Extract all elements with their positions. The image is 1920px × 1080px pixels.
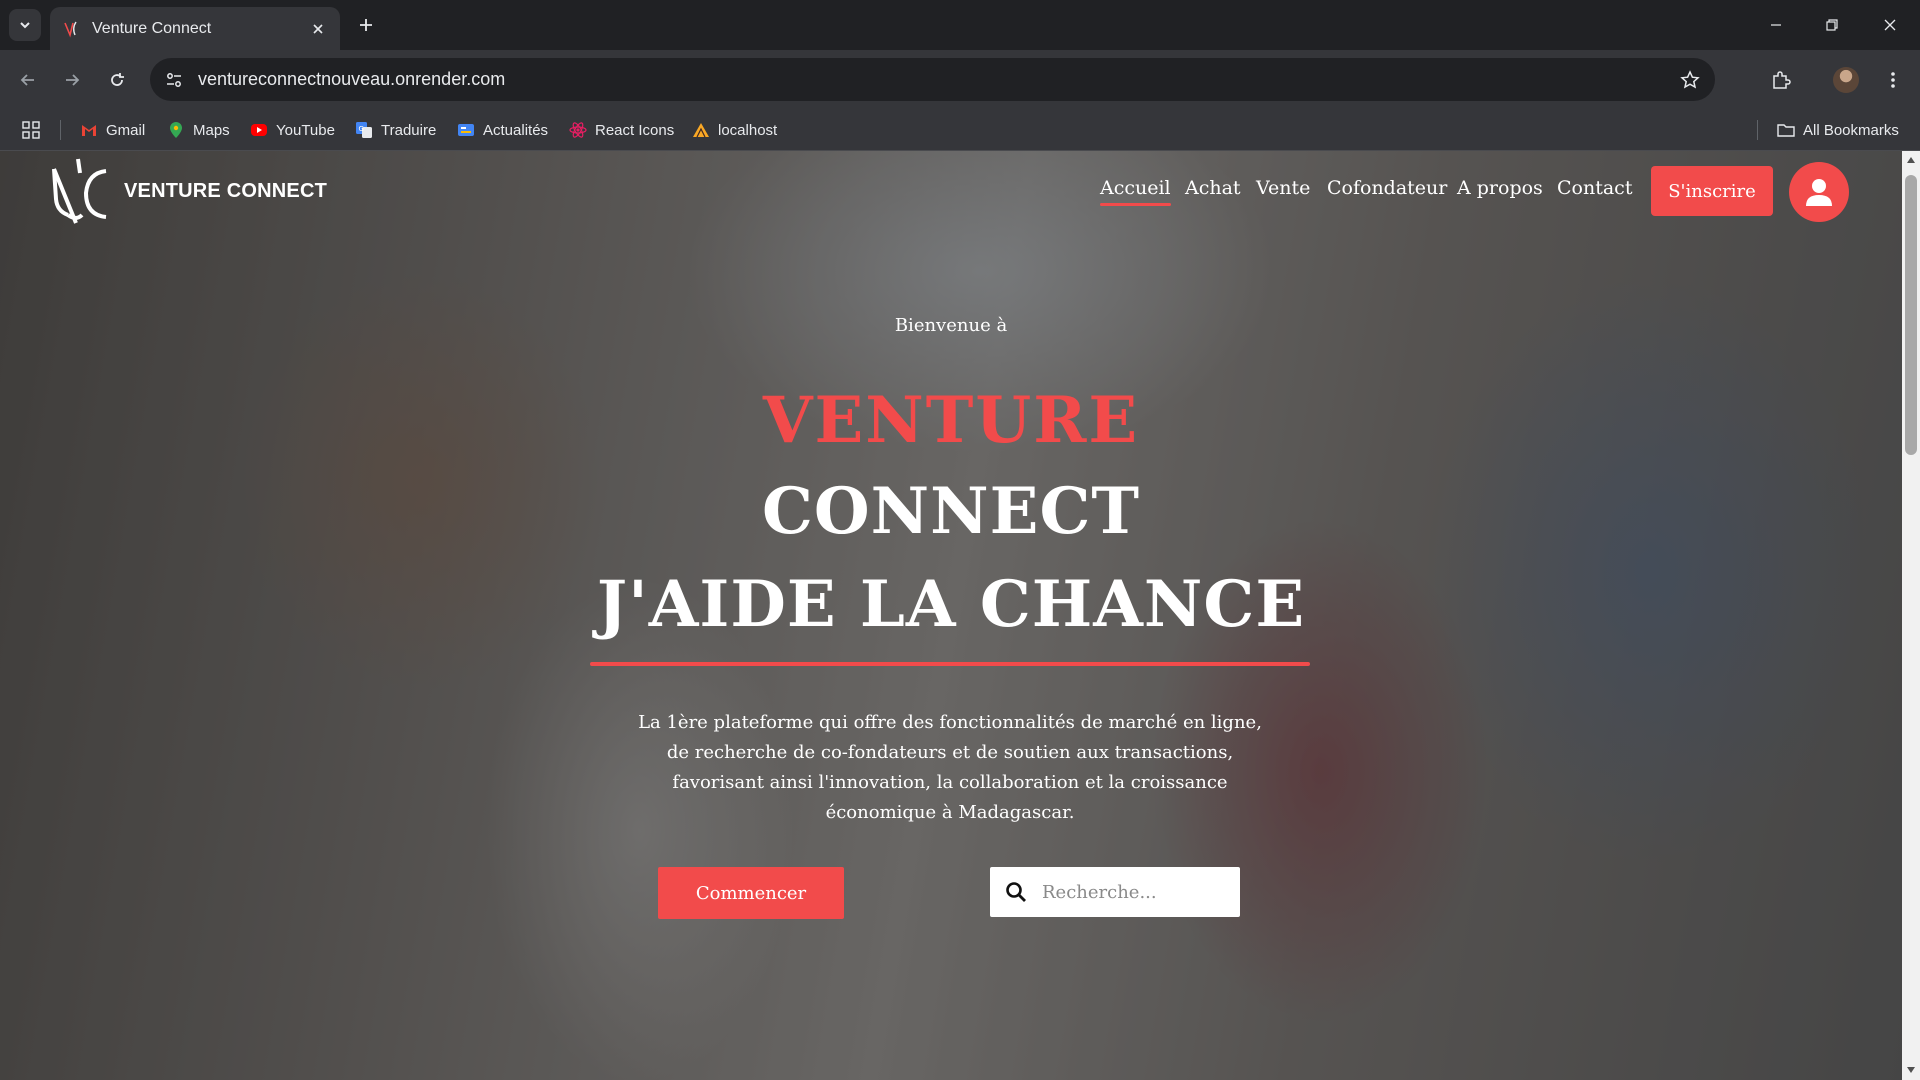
browser-tab-bar: Venture Connect [0, 0, 1920, 50]
maps-icon [170, 122, 182, 138]
triangle-up-icon [1907, 157, 1915, 163]
folder-icon [1777, 124, 1795, 137]
search-box[interactable] [990, 867, 1240, 917]
news-icon [458, 124, 474, 136]
all-bookmarks-label: All Bookmarks [1803, 121, 1899, 139]
bookmarks-bar: Gmail Maps YouTube G Traduire Actualités… [0, 109, 1920, 151]
page-scrollbar[interactable] [1902, 151, 1920, 1080]
chevron-down-icon [20, 22, 30, 29]
gmail-icon [82, 125, 96, 136]
scroll-up-arrow[interactable] [1906, 155, 1916, 165]
tune-icon [167, 72, 181, 87]
reload-icon [111, 73, 124, 86]
minimize-icon [1771, 24, 1781, 26]
youtube-icon [251, 124, 267, 136]
close-icon [1884, 19, 1896, 31]
hero-tagline: J'AIDE LA CHANCE [596, 567, 1306, 642]
page-viewport: VENTURE CONNECT Accueil Achat Vente Cofo… [0, 151, 1902, 1080]
bookmark-localhost[interactable]: localhost [692, 118, 777, 142]
address-bar[interactable]: ventureconnectnouveau.onrender.com [150, 58, 1715, 101]
bookmark-maps[interactable]: Maps [167, 118, 230, 142]
arrow-left-icon [20, 74, 34, 86]
localhost-icon [693, 123, 709, 138]
react-icon [569, 122, 587, 138]
chrome-menu-button[interactable] [1876, 63, 1910, 97]
scrollbar-thumb[interactable] [1905, 175, 1917, 455]
bookmark-label: Gmail [106, 121, 146, 139]
bookmarks-divider [60, 120, 61, 140]
tab-title: Venture Connect [92, 19, 212, 37]
bookmark-label: Maps [193, 121, 230, 139]
tab-close-button[interactable] [308, 19, 328, 39]
restore-button[interactable] [1814, 8, 1850, 42]
more-vert-icon [1891, 72, 1895, 88]
bookmark-star-button[interactable] [1673, 63, 1707, 97]
plus-icon [360, 19, 372, 31]
bookmark-label: YouTube [276, 121, 335, 139]
browser-tab[interactable]: Venture Connect [50, 7, 340, 50]
minimize-button[interactable] [1758, 8, 1794, 42]
search-input[interactable] [1042, 881, 1232, 903]
close-window-button[interactable] [1872, 8, 1908, 42]
puzzle-icon [1773, 71, 1791, 89]
browser-toolbar: ventureconnectnouveau.onrender.com [0, 50, 1920, 109]
extensions-button[interactable] [1764, 63, 1798, 97]
bookmark-label: React Icons [595, 121, 675, 139]
hero-description: La 1ère plateforme qui offre des fonctio… [638, 712, 1262, 823]
profile-button[interactable] [1829, 63, 1863, 97]
hero-title-accent: VENTURE [762, 383, 1140, 458]
bookmark-label: Traduire [381, 121, 437, 139]
bookmark-actualites[interactable]: Actualités [457, 118, 548, 142]
search-icon [998, 874, 1034, 910]
bookmark-react-icons[interactable]: React Icons [569, 118, 674, 142]
bookmark-gmail[interactable]: Gmail [80, 118, 145, 142]
hero-section: Bienvenue à VENTURE CONNECT J'AIDE LA CH… [0, 151, 1902, 1080]
hero-welcome: Bienvenue à [894, 315, 1008, 336]
scroll-down-arrow[interactable] [1906, 1065, 1916, 1075]
bookmark-label: localhost [718, 121, 778, 139]
back-button[interactable] [12, 64, 44, 96]
apps-grid-icon [22, 121, 40, 139]
avatar [1833, 67, 1859, 93]
close-icon [313, 23, 323, 34]
apps-button[interactable] [22, 118, 40, 142]
url-text[interactable]: ventureconnectnouveau.onrender.com [198, 69, 1673, 90]
site-info-button[interactable] [156, 62, 192, 98]
bookmark-youtube[interactable]: YouTube [250, 118, 335, 142]
arrow-right-icon [66, 74, 80, 86]
hero-underline [590, 662, 1310, 666]
svg-text:G: G [359, 125, 364, 133]
forward-button[interactable] [56, 64, 88, 96]
bookmark-label: Actualités [483, 121, 549, 139]
star-icon [1680, 69, 1700, 88]
reload-button[interactable] [101, 64, 133, 96]
all-bookmarks-button[interactable]: All Bookmarks [1777, 118, 1899, 142]
new-tab-button[interactable] [352, 11, 380, 39]
start-button[interactable]: Commencer [658, 867, 844, 919]
restore-icon [1826, 19, 1838, 31]
hero-title: CONNECT [761, 474, 1141, 549]
bookmark-traduire[interactable]: G Traduire [355, 118, 436, 142]
bookmarks-divider [1757, 120, 1758, 140]
triangle-down-icon [1907, 1067, 1915, 1073]
venture-connect-favicon [64, 21, 77, 38]
translate-icon: G [356, 122, 372, 138]
tab-search-button[interactable] [9, 9, 41, 41]
